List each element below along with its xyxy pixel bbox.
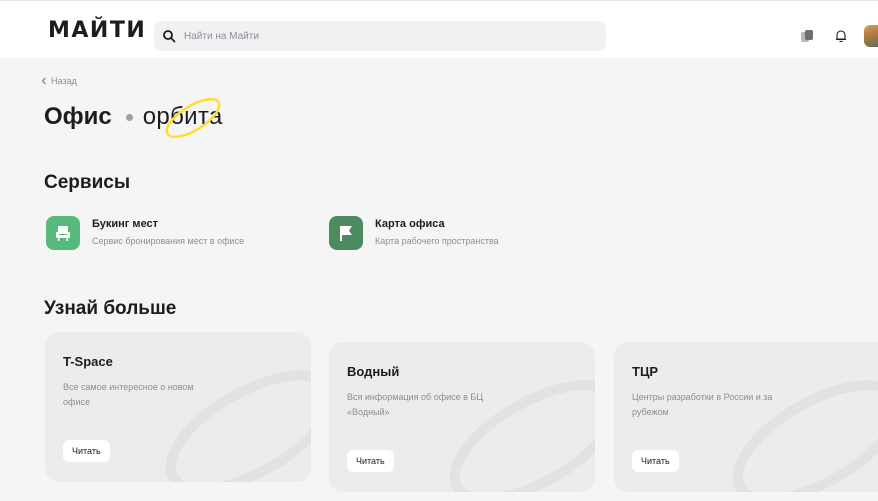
services-heading: Сервисы xyxy=(44,172,131,193)
back-link[interactable]: Назад xyxy=(41,76,77,86)
chair-icon xyxy=(46,216,80,250)
flag-icon xyxy=(329,216,363,250)
back-label: Назад xyxy=(51,76,77,86)
top-bar: МАЙТИ Найти на Майти xyxy=(0,0,878,58)
read-button[interactable]: Читать xyxy=(63,440,110,462)
card-swirl-decoration xyxy=(449,380,595,492)
service-name: Букинг мест xyxy=(92,218,159,230)
card-title: T-Space xyxy=(63,354,113,369)
service-desc: Карта рабочего пространства xyxy=(375,236,499,246)
card-desc: Вся информация об офисе в БЦ «Водный» xyxy=(347,392,483,417)
page-title-text: Офис xyxy=(44,103,112,130)
page-title: Офис орбита xyxy=(44,97,223,139)
service-name: Карта офиса xyxy=(375,218,445,230)
read-button[interactable]: Читать xyxy=(632,450,679,472)
app-logo[interactable]: МАЙТИ xyxy=(48,18,146,43)
title-separator-dot xyxy=(125,113,133,121)
read-button[interactable]: Читать xyxy=(347,450,394,472)
card-tcr[interactable]: ТЦР Центры разработки в России и за рубе… xyxy=(614,342,878,492)
service-desc: Сервис бронирования мест в офисе xyxy=(92,236,245,246)
card-desc: Все самое интересное о новом офисе xyxy=(63,382,194,407)
search-input[interactable]: Найти на Майти xyxy=(154,21,606,51)
chevron-left-icon xyxy=(41,77,46,85)
service-office-map[interactable]: Карта офиса Карта рабочего пространства xyxy=(329,216,499,250)
widgets-icon[interactable] xyxy=(796,25,818,47)
service-booking[interactable]: Букинг мест Сервис бронирования мест в о… xyxy=(46,216,244,250)
search-placeholder: Найти на Майти xyxy=(184,30,259,42)
card-title: Водный xyxy=(347,364,400,379)
card-tspace[interactable]: T-Space Все самое интересное о новом офи… xyxy=(45,332,311,482)
orbit-ring-icon xyxy=(165,97,221,139)
search-icon xyxy=(163,30,176,43)
avatar[interactable] xyxy=(864,25,878,47)
bell-icon[interactable] xyxy=(830,25,852,47)
learn-more-heading: Узнай больше xyxy=(44,298,177,319)
card-swirl-decoration xyxy=(732,380,878,492)
orbita-brand: орбита xyxy=(143,97,223,139)
card-vodny[interactable]: Водный Вся информация об офисе в БЦ «Вод… xyxy=(329,342,595,492)
card-desc: Центры разработки в России и за рубежом xyxy=(632,392,773,417)
card-title: ТЦР xyxy=(632,364,659,379)
card-swirl-decoration xyxy=(165,370,311,482)
